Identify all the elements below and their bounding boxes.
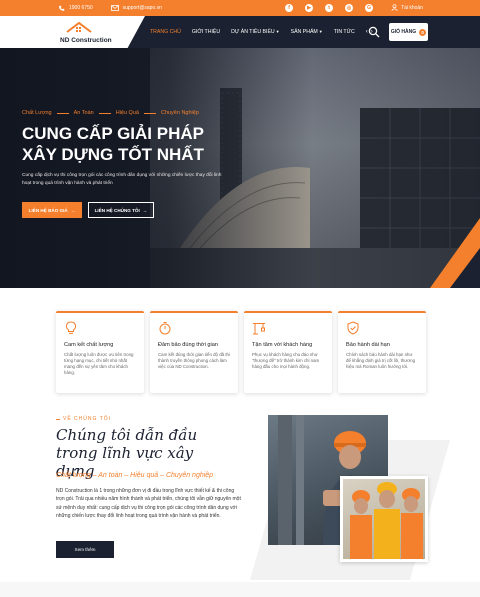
feature-title: Cam kết chất lượng (64, 342, 114, 348)
phone-icon (57, 4, 65, 12)
nav-item-about[interactable]: GIỚI THIỆU (192, 29, 220, 35)
divider (143, 112, 156, 114)
social-links: f ▶ t ◎ G Tài khoản (285, 3, 423, 13)
account-link[interactable]: Tài khoản (391, 3, 423, 13)
team-illustration (350, 482, 423, 559)
cart-label: GIỎ HÀNG (390, 29, 417, 35)
instagram-icon[interactable]: ◎ (345, 4, 354, 12)
divider (98, 112, 111, 114)
hero-title: CUNG CẤP GIẢI PHÁP XÂY DỰNG TỐT NHẤT (22, 123, 252, 165)
about-description: ND Construction là 1 trong những đơn vị … (56, 488, 241, 519)
feature-desc: Cam kết đúng thời gian tiến độ đã thi th… (158, 352, 230, 369)
contact-us-label: LIÊN HỆ CHÚNG TÔI (94, 207, 140, 213)
about-eyebrow: VỀ CHÚNG TÔI (56, 416, 111, 422)
feature-title: Bảo hành dài hạn (346, 342, 390, 348)
tag-professional: Chuyên Nghiệp (160, 110, 199, 116)
about-subtitle: Chất lượng – An toàn – Hiệu quả – Chuyên… (56, 472, 214, 479)
chevron-down-icon: ▼ (318, 29, 323, 34)
hero-corner-decoration (430, 218, 480, 288)
main-navbar: ND Construction TRANG CHỦ GIỚI THIỆU DỰ … (0, 16, 480, 48)
feature-card-quality[interactable]: Cam kết chất lượng Chất lượng luôn được … (56, 311, 144, 393)
phone-contact[interactable]: 1900 6750 (57, 4, 93, 12)
shield-icon (347, 321, 359, 335)
feature-card-dedication[interactable]: Tận tâm với khách hàng Phục vụ khách hàn… (244, 311, 332, 393)
divider (56, 112, 69, 114)
chevron-down-icon: ▼ (275, 29, 280, 34)
feature-card-timing[interactable]: Đảm bảo đúng thời gian Cam kết đúng thời… (150, 311, 238, 393)
youtube-icon[interactable]: ▶ (305, 4, 314, 12)
hero-banner: Chất Lượng An Toàn Hiệu Quả Chuyên Nghiệ… (0, 48, 480, 288)
email-contact[interactable]: support@sapo.vn (110, 4, 162, 12)
hero-title-line2: XÂY DỰNG TỐT NHẤT (22, 145, 204, 164)
site-logo[interactable]: ND Construction (60, 22, 120, 44)
crane-icon (253, 323, 265, 335)
cart-button[interactable]: GIỎ HÀNG 0 (389, 23, 428, 41)
facebook-icon[interactable]: f (285, 4, 294, 12)
next-section-start (0, 582, 480, 597)
twitter-icon[interactable]: t (325, 4, 334, 12)
request-quote-button[interactable]: LIÊN HỆ BÁO GIÁ → (22, 202, 82, 218)
phone-number: 1900 6750 (69, 5, 93, 11)
search-icon[interactable] (368, 26, 380, 38)
logo-text: ND Construction (60, 37, 112, 44)
nav-item-projects[interactable]: DỰ ÁN TIÊU BIỂU▼ (231, 29, 280, 35)
nav-item-home[interactable]: TRANG CHỦ (150, 29, 181, 35)
hero-title-line1: CUNG CẤP GIẢI PHÁP (22, 124, 204, 143)
tag-quality: Chất Lượng (22, 110, 52, 116)
main-nav: TRANG CHỦ GIỚI THIỆU DỰ ÁN TIÊU BIỂU▼ SẢ… (150, 16, 376, 48)
nav-item-news[interactable]: TIN TỨC (334, 29, 355, 35)
timer-icon (159, 322, 171, 335)
hero-taglines: Chất Lượng An Toàn Hiệu Quả Chuyên Nghiệ… (22, 110, 199, 116)
feature-desc: Chất lượng luôn được ưu tiên trong từng … (64, 352, 134, 375)
nav-products-label: SẢN PHẨM (290, 29, 318, 35)
mail-icon (110, 4, 119, 12)
logo-area: ND Construction (0, 16, 145, 48)
hero-description: Cung cấp dịch vụ thi công trọn gói các c… (22, 173, 222, 186)
feature-cards: Cam kết chất lượng Chất lượng luôn được … (56, 311, 428, 393)
tag-efficiency: Hiệu Quả (115, 110, 139, 116)
request-quote-label: LIÊN HỆ BÁO GIÁ (28, 207, 68, 213)
top-bar: 1900 6750 support@sapo.vn f ▶ t ◎ G Tài … (0, 0, 480, 16)
read-more-button[interactable]: Xem thêm (56, 541, 114, 558)
nav-projects-label: DỰ ÁN TIÊU BIỂU (231, 29, 275, 35)
cart-count-badge: 0 (419, 28, 427, 36)
feature-title: Tận tâm với khách hàng (252, 342, 313, 348)
feature-desc: Chính sách bảo hành dài hạn như để khẳng… (346, 352, 416, 369)
nav-item-products[interactable]: SẢN PHẨM▼ (291, 29, 323, 35)
google-icon[interactable]: G (365, 4, 374, 12)
tag-safety: An Toàn (73, 110, 94, 116)
house-roof-icon (66, 22, 92, 33)
feature-desc: Phục vụ khách hàng chu đáo như "thượng đ… (252, 352, 320, 369)
workers-team-photo (340, 476, 428, 562)
account-label: Tài khoản (401, 5, 423, 11)
about-eyebrow-text: VỀ CHÚNG TÔI (63, 416, 112, 422)
email-address: support@sapo.vn (122, 5, 162, 11)
lightbulb-icon (65, 321, 77, 334)
divider (56, 418, 60, 420)
user-icon (391, 3, 398, 13)
feature-title: Đảm bảo đúng thời gian (158, 342, 218, 348)
feature-card-warranty[interactable]: Bảo hành dài hạn Chính sách bảo hành dài… (338, 311, 426, 393)
contact-us-button[interactable]: LIÊN HỆ CHÚNG TÔI → (88, 202, 154, 218)
arrow-right-icon: → (142, 207, 148, 213)
arrow-right-icon: → (70, 207, 76, 213)
